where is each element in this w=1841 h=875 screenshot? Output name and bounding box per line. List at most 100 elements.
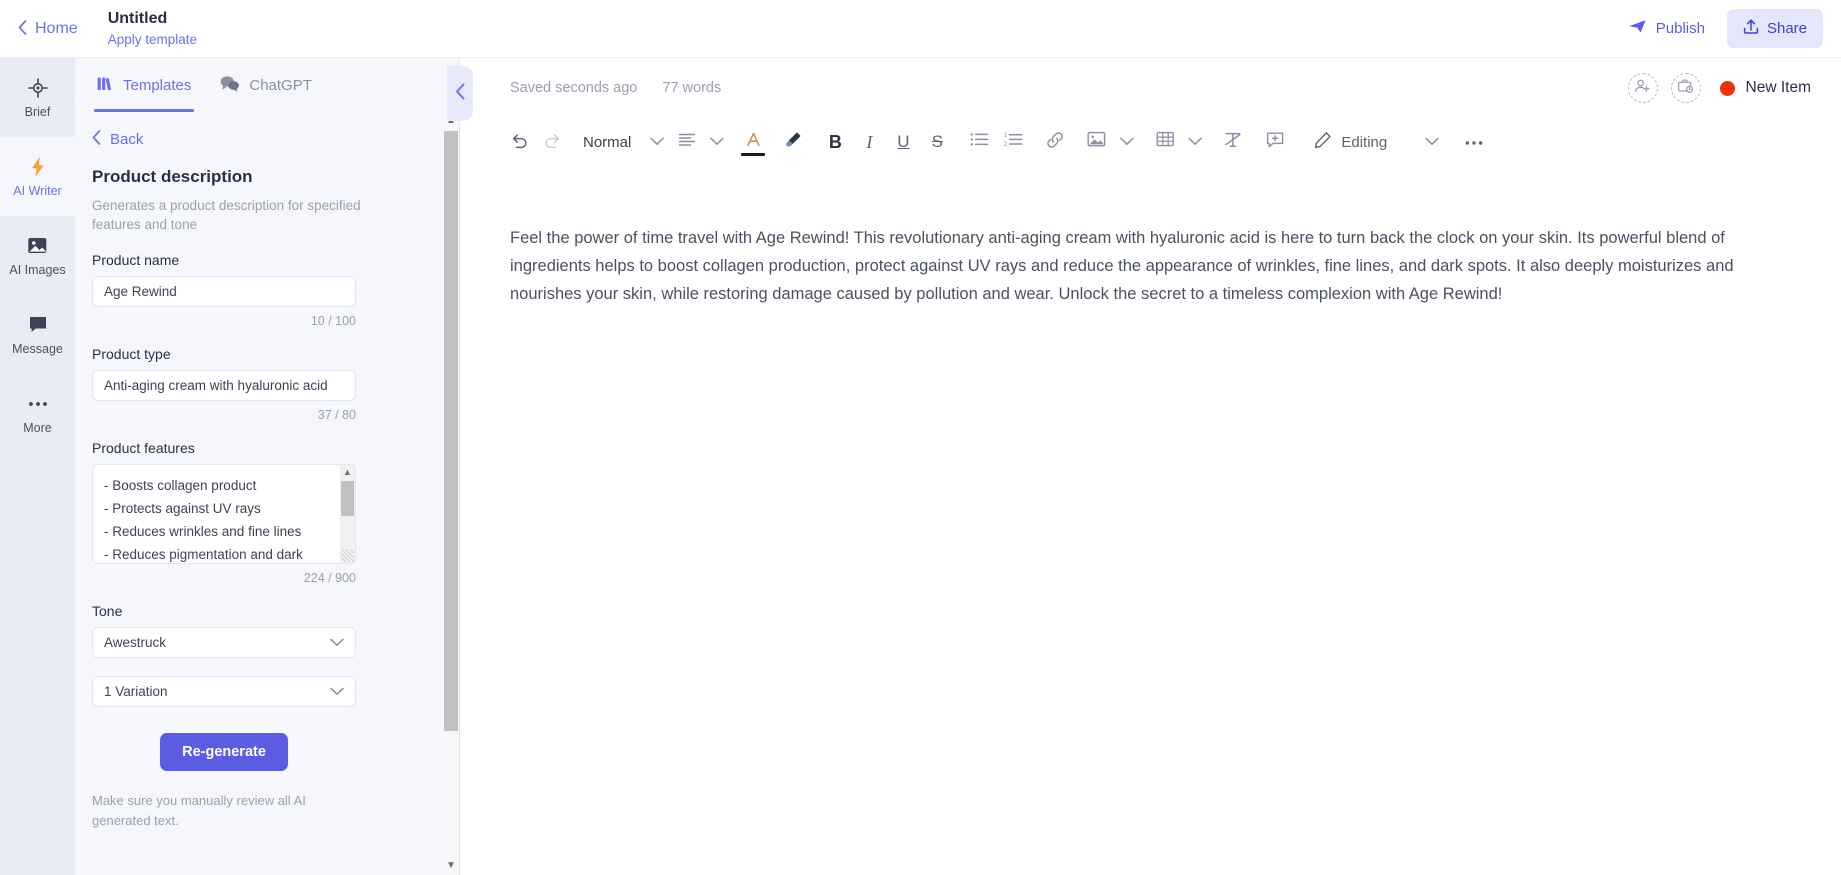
- chevron-down-icon: [1425, 133, 1439, 151]
- scroll-up-arrow-icon[interactable]: ▲: [343, 465, 352, 480]
- rail-item-brief[interactable]: Brief: [0, 58, 75, 137]
- template-title: Product description: [92, 167, 253, 186]
- upload-icon: [1743, 18, 1759, 39]
- underline-button[interactable]: U: [886, 125, 920, 159]
- tone-select[interactable]: Awestruck: [92, 627, 356, 658]
- rail-item-label: Brief: [24, 104, 51, 119]
- editing-mode-button[interactable]: Editing: [1304, 131, 1397, 153]
- italic-button[interactable]: I: [852, 125, 886, 159]
- publish-button[interactable]: Publish: [1616, 11, 1717, 46]
- align-chevron[interactable]: [704, 125, 730, 159]
- share-button[interactable]: Share: [1726, 9, 1823, 48]
- document-paragraph[interactable]: Feel the power of time travel with Age R…: [510, 224, 1801, 308]
- text-style-dropdown[interactable]: Normal: [570, 125, 644, 159]
- text-style-chevron[interactable]: [644, 125, 670, 159]
- bullet-list-button[interactable]: [962, 125, 996, 159]
- product-type-input[interactable]: [92, 370, 356, 401]
- strikethrough-button[interactable]: S: [920, 125, 954, 159]
- saved-status: Saved seconds ago: [510, 80, 638, 96]
- status-badge[interactable]: New Item: [1719, 79, 1811, 97]
- lightning-icon: [30, 156, 46, 178]
- editing-mode-chevron[interactable]: [1419, 125, 1445, 159]
- tab-label: Templates: [123, 76, 192, 94]
- page-title: Untitled: [107, 9, 168, 27]
- table-icon: [1156, 131, 1175, 153]
- svg-text:2: 2: [1004, 142, 1008, 147]
- ellipsis-icon: [28, 393, 48, 415]
- send-icon: [1628, 19, 1647, 38]
- left-rail: Brief AI Writer AI Images Message More: [0, 58, 75, 875]
- product-features-wrapper: ▲: [92, 464, 356, 564]
- tone-value: Awestruck: [104, 635, 167, 650]
- highlight-button[interactable]: [776, 125, 810, 159]
- document-canvas[interactable]: Feel the power of time travel with Age R…: [460, 166, 1841, 308]
- product-features-textarea[interactable]: [92, 464, 356, 564]
- rail-item-ai-images[interactable]: AI Images: [0, 216, 75, 295]
- back-button[interactable]: Back: [92, 130, 435, 149]
- rail-item-ai-writer[interactable]: AI Writer: [0, 137, 75, 216]
- text-color-button[interactable]: [738, 125, 768, 159]
- scrollbar-thumb[interactable]: [444, 131, 458, 731]
- briefcase-clock-icon: [1677, 78, 1694, 99]
- templates-panel: Templates ChatGPT Back Product descripti…: [75, 58, 460, 875]
- add-person-icon: [1634, 78, 1651, 99]
- variations-select[interactable]: 1 Variation: [92, 676, 356, 707]
- clear-formatting-icon: [1223, 131, 1243, 154]
- insert-image-button[interactable]: [1080, 125, 1114, 159]
- clear-formatting-button[interactable]: [1216, 125, 1250, 159]
- chevron-down-icon: [330, 635, 344, 650]
- chevron-left-icon: [18, 19, 27, 38]
- chevron-down-icon: [330, 684, 344, 699]
- insert-table-button[interactable]: [1148, 125, 1182, 159]
- scrollbar-thumb[interactable]: [341, 481, 354, 516]
- bold-button[interactable]: B: [818, 125, 852, 159]
- regenerate-button[interactable]: Re-generate: [160, 733, 288, 771]
- tab-chatgpt[interactable]: ChatGPT: [219, 58, 312, 112]
- scroll-down-arrow-icon[interactable]: ▼: [446, 857, 456, 875]
- rail-item-label: More: [23, 420, 52, 435]
- add-asset-button[interactable]: [1670, 73, 1701, 103]
- rail-item-more[interactable]: More: [0, 374, 75, 453]
- numbered-list-button[interactable]: 12: [996, 125, 1030, 159]
- chevron-down-icon: [1188, 133, 1203, 151]
- product-features-label: Product features: [92, 440, 195, 456]
- editor-area: Saved seconds ago 77 words New Item Norm…: [460, 58, 1841, 875]
- text-color-icon: [745, 131, 762, 154]
- apply-template-link[interactable]: Apply template: [108, 30, 197, 49]
- panel-body: Back Product description Generates a pro…: [75, 112, 460, 875]
- add-comment-button[interactable]: [1258, 125, 1292, 159]
- add-person-button[interactable]: [1627, 73, 1658, 103]
- home-label: Home: [35, 19, 78, 37]
- top-bar: Home Untitled Apply template Publish Sha…: [0, 0, 1841, 58]
- image-icon: [1087, 131, 1107, 153]
- panel-tabs: Templates ChatGPT: [75, 58, 459, 112]
- pencil-icon: [1314, 131, 1332, 153]
- product-name-label: Product name: [92, 252, 180, 268]
- collapse-panel-button[interactable]: [447, 66, 473, 121]
- editing-mode-label: Editing: [1341, 133, 1388, 151]
- chat-icon: [219, 75, 240, 96]
- tone-label: Tone: [92, 603, 123, 619]
- resize-handle[interactable]: [341, 549, 354, 562]
- home-link[interactable]: Home: [18, 20, 78, 38]
- tab-templates[interactable]: Templates: [93, 58, 195, 112]
- undo-icon: [509, 130, 529, 155]
- align-button[interactable]: [670, 125, 704, 159]
- editor-meta-row: Saved seconds ago 77 words New Item: [460, 58, 1841, 118]
- editor-toolbar: Normal B I U S 1 2 Editing: [460, 118, 1841, 166]
- image-chevron[interactable]: [1114, 125, 1140, 159]
- link-button[interactable]: [1038, 125, 1072, 159]
- chevron-left-icon: [92, 130, 101, 149]
- templates-icon: [97, 75, 114, 96]
- more-options-button[interactable]: [1457, 125, 1491, 159]
- word-count: 77 words: [662, 80, 722, 96]
- ai-disclaimer: Make sure you manually review all AI gen…: [92, 793, 306, 828]
- target-icon: [27, 77, 48, 99]
- panel-scrollbar[interactable]: ▲ ▼: [443, 112, 459, 875]
- redo-button[interactable]: [536, 125, 570, 159]
- product-name-input[interactable]: [92, 276, 356, 307]
- rail-item-message[interactable]: Message: [0, 295, 75, 374]
- undo-button[interactable]: [502, 125, 536, 159]
- share-label: Share: [1766, 20, 1807, 37]
- table-chevron[interactable]: [1182, 125, 1208, 159]
